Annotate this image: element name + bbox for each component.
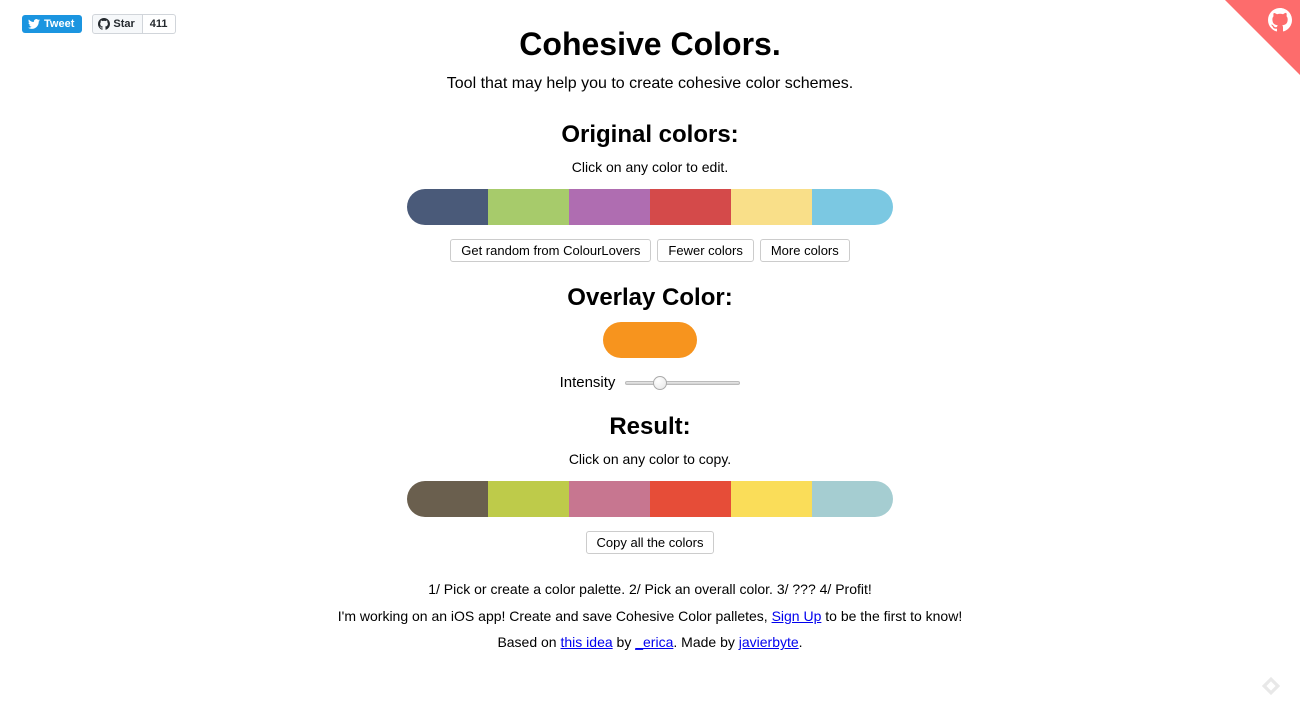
overlay-heading: Overlay Color: [200, 284, 1100, 312]
page-subtitle: Tool that may help you to create cohesiv… [200, 75, 1100, 93]
original-button-row: Get random from ColourLovers Fewer color… [200, 239, 1100, 262]
slider-track [625, 381, 740, 385]
footer-steps: 1/ Pick or create a color palette. 2/ Pi… [200, 576, 1100, 603]
copy-all-button[interactable]: Copy all the colors [586, 531, 715, 554]
original-swatch-1[interactable] [488, 189, 569, 225]
overlay-palette [200, 322, 1100, 358]
author-link[interactable]: javierbyte [739, 634, 799, 650]
intensity-row: Intensity [200, 374, 1100, 391]
original-swatch-4[interactable] [731, 189, 812, 225]
result-swatch-0[interactable] [407, 481, 488, 517]
result-button-row: Copy all the colors [200, 531, 1100, 554]
get-random-button[interactable]: Get random from ColourLovers [450, 239, 651, 262]
original-swatch-0[interactable] [407, 189, 488, 225]
result-heading: Result: [200, 413, 1100, 441]
idea-link[interactable]: this idea [561, 634, 613, 650]
github-star-widget: Star 411 [92, 14, 175, 34]
slider-thumb[interactable] [653, 376, 667, 390]
github-cat-icon[interactable] [1268, 8, 1292, 38]
result-swatch-2[interactable] [569, 481, 650, 517]
page-title: Cohesive Colors. [200, 26, 1100, 63]
original-swatch-5[interactable] [812, 189, 893, 225]
footer-block: 1/ Pick or create a color palette. 2/ Pi… [200, 576, 1100, 656]
twitter-bird-icon [28, 19, 40, 29]
overlay-color-swatch[interactable] [603, 322, 697, 358]
github-octocat-icon [98, 18, 110, 30]
result-swatch-3[interactable] [650, 481, 731, 517]
result-swatch-5[interactable] [812, 481, 893, 517]
erica-link[interactable]: _erica [635, 634, 673, 650]
original-heading: Original colors: [200, 121, 1100, 149]
intensity-slider[interactable] [625, 376, 740, 390]
signup-link[interactable]: Sign Up [772, 608, 822, 624]
original-palette [200, 189, 1100, 225]
result-hint: Click on any color to copy. [200, 451, 1100, 467]
original-swatch-2[interactable] [569, 189, 650, 225]
social-badges: Tweet Star 411 [22, 14, 176, 34]
result-palette [200, 481, 1100, 517]
result-swatch-4[interactable] [731, 481, 812, 517]
footer-credits: Based on this idea by _erica. Made by ja… [200, 629, 1100, 656]
github-star-button[interactable]: Star [92, 14, 142, 34]
more-colors-button[interactable]: More colors [760, 239, 850, 262]
github-star-label: Star [113, 18, 134, 30]
github-star-count[interactable]: 411 [143, 14, 176, 34]
tweet-label: Tweet [44, 18, 74, 30]
feedly-icon[interactable] [1260, 675, 1282, 697]
tweet-button[interactable]: Tweet [22, 15, 82, 33]
original-swatch-3[interactable] [650, 189, 731, 225]
fewer-colors-button[interactable]: Fewer colors [657, 239, 753, 262]
footer-ios: I'm working on an iOS app! Create and sa… [200, 603, 1100, 630]
intensity-label: Intensity [560, 374, 616, 391]
original-hint: Click on any color to edit. [200, 159, 1100, 175]
main-column: Cohesive Colors. Tool that may help you … [200, 0, 1100, 656]
result-swatch-1[interactable] [488, 481, 569, 517]
